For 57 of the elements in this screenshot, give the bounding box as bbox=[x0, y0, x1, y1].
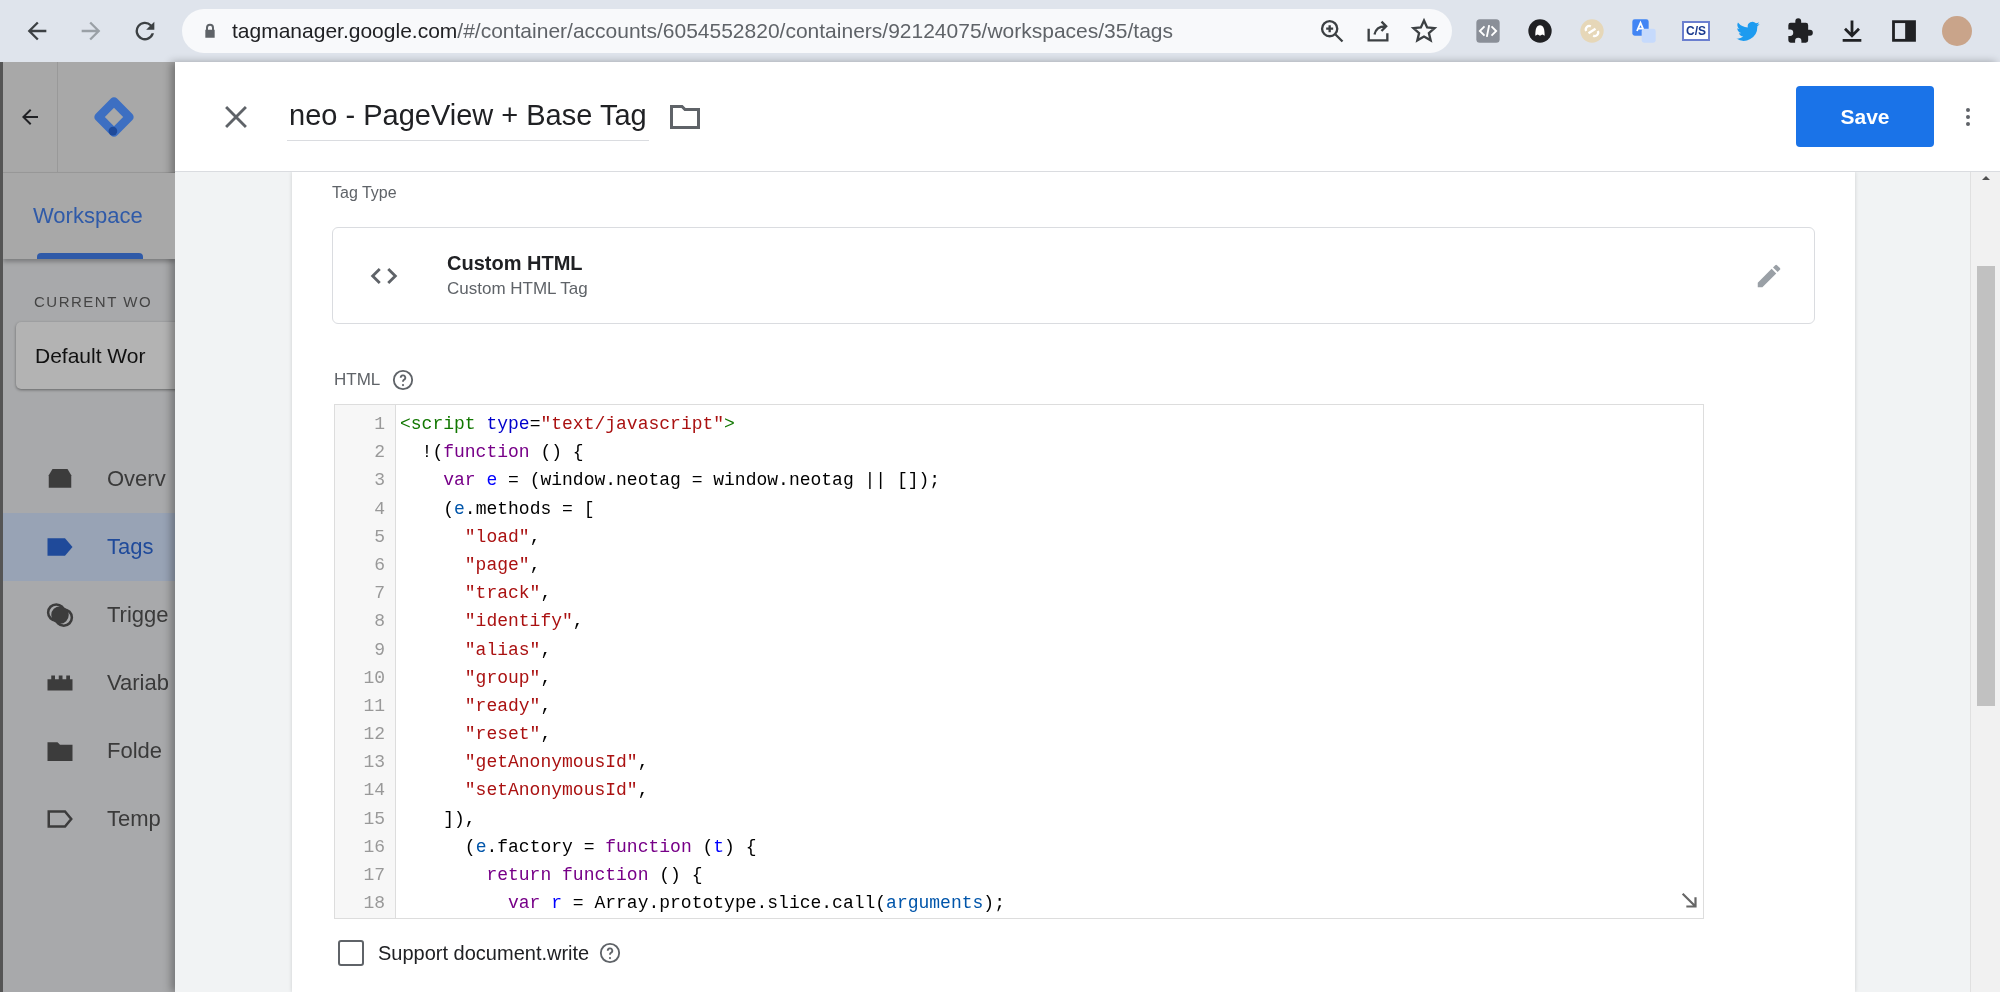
code-line: ]), bbox=[442, 807, 476, 831]
extension-icon[interactable]: C/S bbox=[1682, 21, 1710, 41]
code-line: <script type="text/javascript"> bbox=[399, 413, 735, 436]
overlapping-circles-icon bbox=[45, 600, 75, 630]
tag-type-description: Custom HTML Tag bbox=[447, 279, 589, 299]
help-icon[interactable] bbox=[392, 369, 415, 391]
nav-item[interactable]: Tags bbox=[3, 513, 175, 581]
code-line: "track", bbox=[463, 582, 552, 606]
workspace-tab[interactable]: Workspace bbox=[3, 173, 143, 259]
code-line: "page", bbox=[463, 553, 541, 577]
nav-item[interactable]: Folde bbox=[3, 717, 175, 785]
nav-label: Overv bbox=[107, 466, 166, 492]
tag-type-name: Custom HTML bbox=[447, 252, 584, 275]
code-line: var e = (window.neotag = window.neotag || []); bbox=[442, 469, 941, 493]
code-line: "getAnonymousId", bbox=[463, 751, 649, 775]
field-label: HTML bbox=[334, 370, 381, 390]
nav-label: Folde bbox=[107, 738, 163, 764]
section-label: Tag Type bbox=[332, 183, 398, 203]
code-line: !(function () { bbox=[420, 441, 584, 465]
code-line: var r = Array.prototype.slice.call(arguments); bbox=[507, 892, 1005, 916]
code-icon[interactable] bbox=[1474, 17, 1502, 45]
save-button[interactable]: Save bbox=[1796, 86, 1934, 147]
puzzle-icon[interactable] bbox=[1786, 17, 1814, 45]
side-panel-icon[interactable] bbox=[1890, 17, 1918, 45]
nav-label: Temp bbox=[107, 806, 161, 832]
workspace-selector[interactable]: Default Wor bbox=[16, 322, 175, 389]
code-line: (e.factory = function (t) { bbox=[463, 835, 757, 859]
code-line: "load", bbox=[463, 525, 541, 549]
tag-type-selector[interactable]: Custom HTML Custom HTML Tag bbox=[332, 227, 1815, 324]
nav-label: Trigge bbox=[107, 602, 169, 628]
page-scrollbar[interactable] bbox=[1970, 172, 2000, 992]
code-line: "identify", bbox=[463, 610, 584, 634]
tag-name-field[interactable]: neo - PageView + Base Tag bbox=[287, 92, 649, 141]
translate-icon[interactable] bbox=[1630, 17, 1658, 45]
nav-item[interactable]: Temp bbox=[3, 785, 175, 853]
help-icon[interactable] bbox=[599, 942, 622, 964]
star-icon[interactable] bbox=[1410, 17, 1438, 45]
code-line: "reset", bbox=[463, 723, 552, 747]
code-line: "ready", bbox=[463, 694, 552, 718]
section-heading: CURRENT WO bbox=[33, 292, 154, 310]
nav-item[interactable]: Overv bbox=[3, 445, 175, 513]
nav-label: Tags bbox=[107, 534, 154, 560]
code-line: return function () { bbox=[485, 864, 703, 887]
code-line: "group", bbox=[463, 666, 552, 690]
checkbox[interactable] bbox=[338, 940, 364, 966]
url-text: tagmanager.google.com/#/container/accounts/6054552820/containers/92124075/workspaces/35/tags bbox=[232, 19, 1174, 43]
lock-icon bbox=[202, 21, 218, 41]
code-line: (e.methods = [ bbox=[442, 497, 595, 521]
nav-label: Variab bbox=[107, 670, 169, 696]
zoom-icon[interactable] bbox=[1318, 17, 1346, 45]
checkbox-label: Support document.write bbox=[378, 941, 590, 965]
code-line: "setAnonymousId", bbox=[463, 779, 649, 803]
address-bar[interactable]: tagmanager.google.com/#/container/accounts/6054552820/containers/92124075/workspaces/35/tags bbox=[182, 9, 1452, 53]
ghost-icon[interactable] bbox=[1526, 17, 1554, 45]
code-line: "alias", bbox=[463, 638, 552, 662]
nav-item[interactable]: Variab bbox=[3, 649, 175, 717]
nav-item[interactable]: Trigge bbox=[3, 581, 175, 649]
